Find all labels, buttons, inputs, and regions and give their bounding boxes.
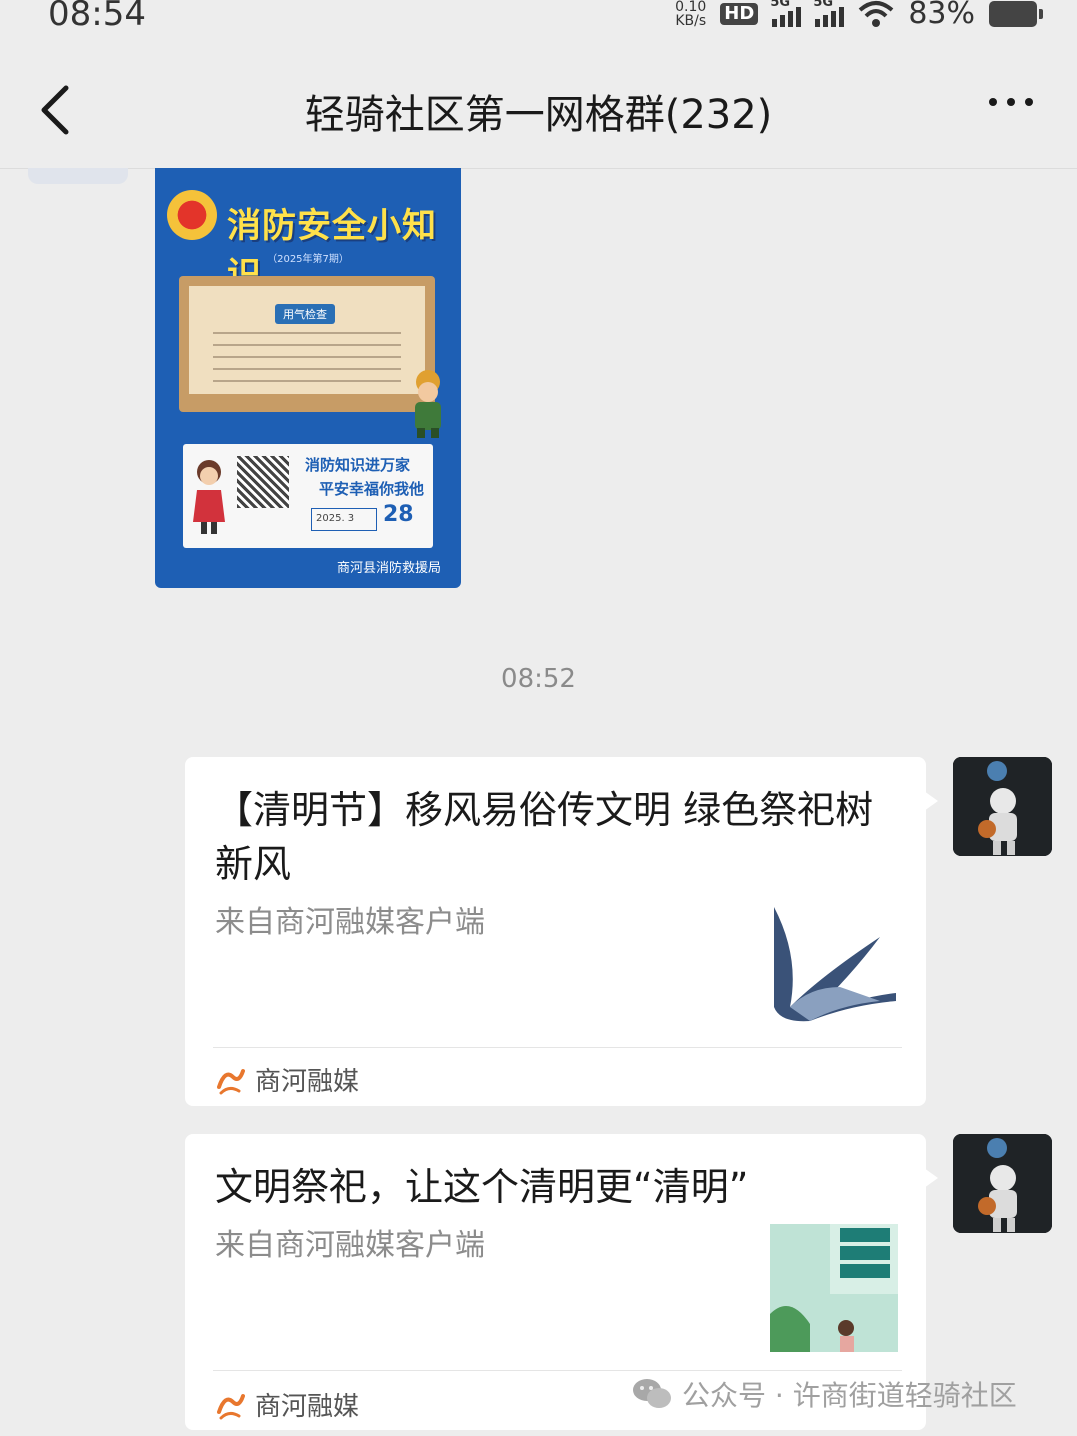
more-dots-icon[interactable] bbox=[989, 98, 1033, 106]
card-title: 文明祭祀，让这个清明更“清明” bbox=[215, 1165, 749, 1209]
astronaut-avatar-icon bbox=[953, 757, 1052, 856]
fireman-mascot-icon bbox=[415, 370, 441, 438]
swallow-image bbox=[770, 897, 898, 1025]
chat-header: 轻骑社区第一网格群(232) bbox=[0, 56, 1077, 169]
card-footer: 商河融媒 bbox=[215, 1386, 359, 1423]
sim2-label: 5G bbox=[813, 0, 834, 10]
poster-slogan-1: 消防知识进万家 bbox=[305, 456, 411, 474]
card-divider bbox=[213, 1370, 902, 1371]
poster-year-note: （2025年第7期） bbox=[267, 254, 349, 265]
fire-safety-poster-image[interactable]: 消防安全小知识 （2025年第7期） 用气检查 消防知识进万家 平安幸福你我他 … bbox=[155, 168, 461, 588]
chat-title: 轻骑社区第一网格群(232) bbox=[304, 92, 773, 138]
qr-card: 消防知识进万家 平安幸福你我他 2025. 3 28 bbox=[183, 444, 433, 548]
qr-code-icon bbox=[237, 456, 289, 508]
fire-rescue-emblem-icon bbox=[167, 190, 217, 240]
status-time: 08:54 bbox=[48, 0, 146, 34]
avatar[interactable] bbox=[28, 168, 128, 184]
poster-footer: 商河县消防救援局 bbox=[336, 561, 441, 576]
poster-board: 用气检查 bbox=[179, 276, 435, 412]
poster-date: 2025. 3 bbox=[311, 508, 378, 531]
battery-percent: 83% bbox=[908, 0, 975, 31]
poster-day: 28 bbox=[383, 502, 414, 527]
mascot-girl-icon bbox=[193, 460, 225, 534]
card-source: 来自商河融媒客户端 bbox=[215, 1228, 485, 1263]
sim1-label: 5G bbox=[770, 0, 791, 10]
hd-icon: HD bbox=[720, 2, 759, 25]
card-footer-label: 商河融媒 bbox=[255, 1067, 360, 1097]
avatar[interactable] bbox=[953, 757, 1052, 856]
shanghe-media-logo-icon bbox=[217, 1068, 245, 1094]
net-speed-value: 0.10 bbox=[675, 0, 707, 15]
card-divider bbox=[213, 1047, 902, 1048]
wifi-icon bbox=[858, 0, 894, 27]
battery-icon bbox=[989, 0, 1043, 27]
net-speed-unit: KB/s bbox=[675, 12, 707, 29]
message-timestamp: 08:52 bbox=[501, 664, 576, 694]
wechat-icon bbox=[633, 1379, 671, 1408]
board-tag: 用气检查 bbox=[275, 304, 335, 324]
qingming-poster-image bbox=[770, 1224, 898, 1352]
link-card-message[interactable]: 【清明节】移风易俗传文明 绿色祭祀树新风 来自商河融媒客户端 商河融媒 bbox=[185, 757, 938, 1106]
status-icons: 0.10 KB/s HD 5G 5G 83% bbox=[675, 0, 1043, 31]
avatar[interactable] bbox=[953, 1134, 1052, 1233]
status-bar: 08:54 0.10 KB/s HD 5G 5G 83% bbox=[0, 0, 1077, 40]
net-speed: 0.10 KB/s bbox=[675, 0, 706, 28]
watermark: 公众号 · 许商街道轻骑社区 bbox=[632, 1374, 1017, 1414]
poster-slogan-2: 平安幸福你我他 bbox=[319, 480, 425, 498]
card-footer: 商河融媒 bbox=[215, 1061, 359, 1098]
signal-icon: 5G bbox=[770, 0, 802, 27]
card-footer-label: 商河融媒 bbox=[255, 1392, 360, 1422]
shanghe-media-logo-icon bbox=[217, 1393, 245, 1419]
watermark-text: 公众号 · 许商街道轻骑社区 bbox=[682, 1379, 1017, 1412]
signal-icon: 5G bbox=[813, 0, 845, 27]
card-source: 来自商河融媒客户端 bbox=[215, 905, 485, 940]
card-title: 【清明节】移风易俗传文明 绿色祭祀树新风 bbox=[215, 788, 874, 886]
astronaut-avatar-icon bbox=[953, 1134, 1052, 1233]
